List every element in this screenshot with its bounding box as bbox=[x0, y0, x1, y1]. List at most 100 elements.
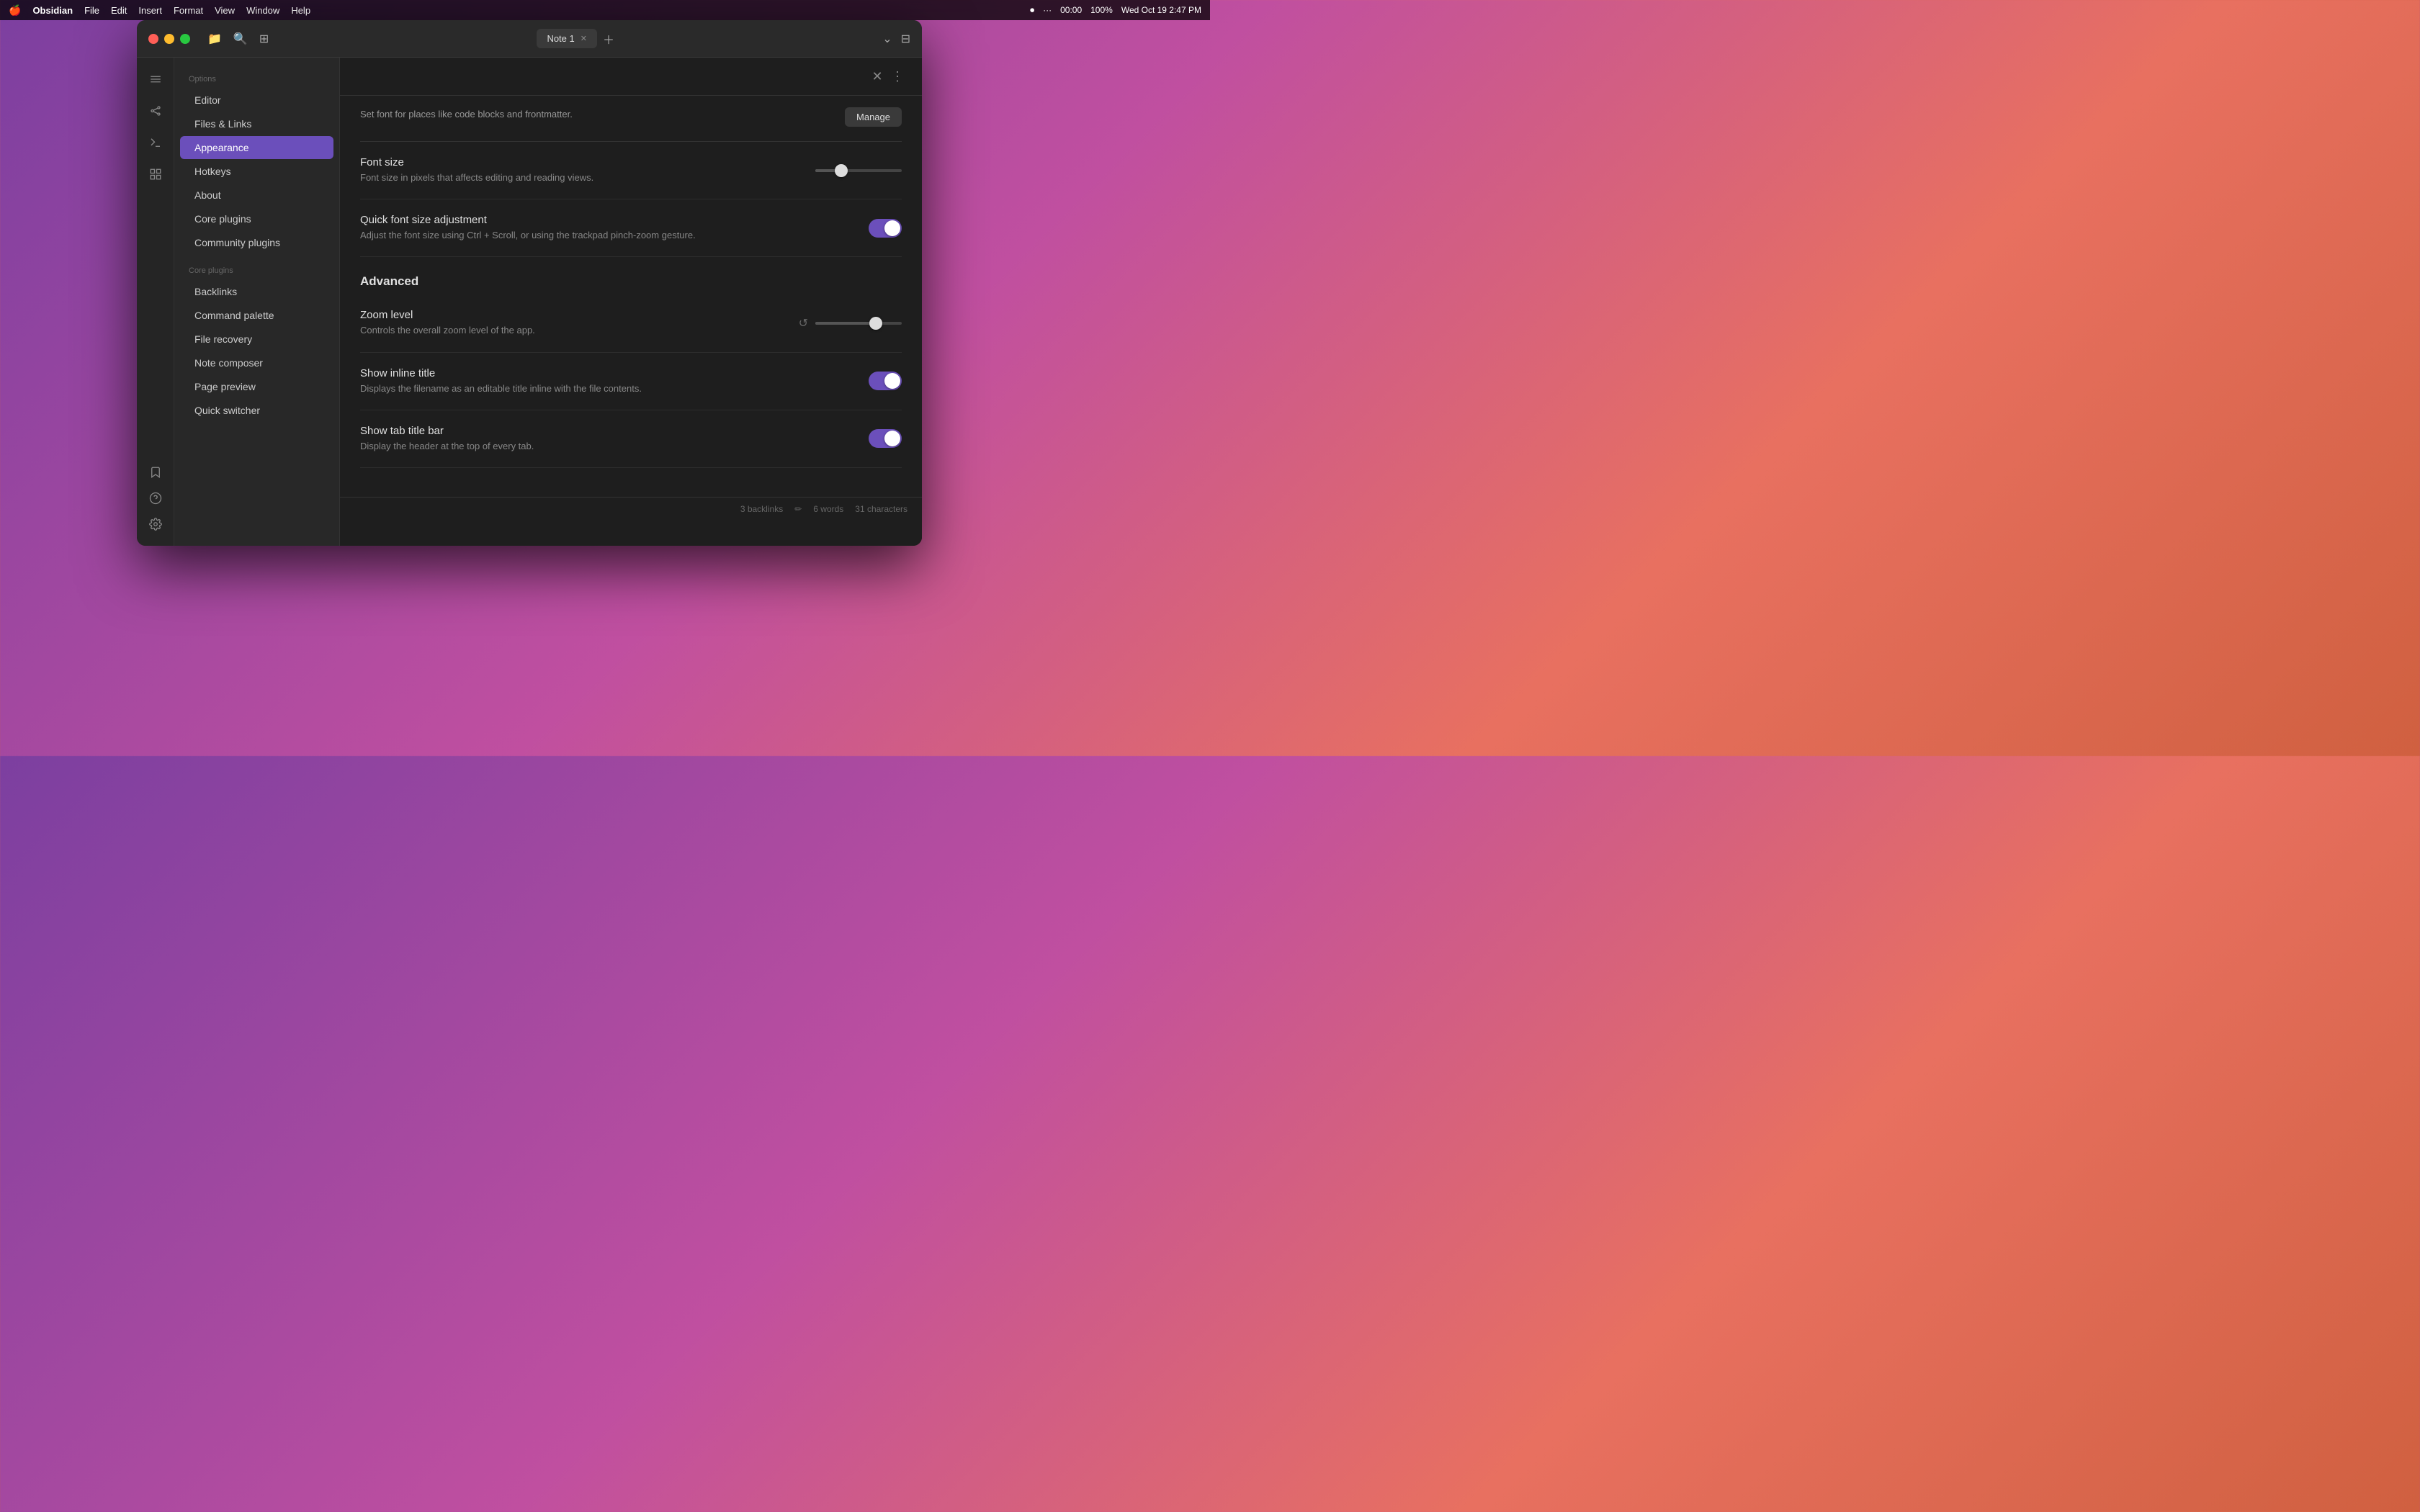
window-body: Options Editor Files & Links Appearance … bbox=[137, 58, 922, 546]
titlebar: 📁 🔍 ⊞ Note 1 ✕ ＋ ⌄ ⊟ bbox=[137, 20, 922, 58]
word-count: 6 words bbox=[813, 504, 843, 514]
zoom-level-slider-track[interactable] bbox=[815, 322, 902, 325]
zoom-level-slider-container[interactable]: ↺ bbox=[799, 316, 902, 330]
sidebar-item-editor[interactable]: Editor bbox=[180, 89, 333, 112]
show-inline-title-title: Show inline title bbox=[360, 367, 840, 379]
show-inline-title-knob bbox=[884, 373, 900, 389]
show-tab-title-bar-toggle[interactable] bbox=[869, 429, 902, 448]
tab-close-icon[interactable]: ✕ bbox=[581, 34, 587, 43]
menu-window[interactable]: Window bbox=[246, 5, 279, 16]
apple-icon[interactable]: 🍎 bbox=[9, 4, 21, 17]
sidebar-item-note-composer[interactable]: Note composer bbox=[180, 351, 333, 374]
quick-font-size-info: Quick font size adjustment Adjust the fo… bbox=[360, 214, 869, 242]
font-size-slider-container[interactable] bbox=[815, 169, 902, 172]
quick-font-size-row: Quick font size adjustment Adjust the fo… bbox=[360, 199, 902, 257]
sidebar-toggle-icon[interactable]: ⊟ bbox=[901, 32, 910, 46]
top-description: Set font for places like code blocks and… bbox=[360, 96, 902, 142]
menubar-right: ⏺ ··· 00:00 100% Wed Oct 19 2:47 PM bbox=[1030, 5, 1201, 16]
sidebar-item-settings[interactable] bbox=[143, 511, 169, 537]
font-size-slider-track[interactable] bbox=[815, 169, 902, 172]
icon-sidebar-bottom bbox=[143, 459, 169, 537]
panel-header: ✕ ⋮ bbox=[340, 58, 922, 96]
minimize-button[interactable] bbox=[164, 34, 174, 44]
quick-font-title: Quick font size adjustment bbox=[360, 214, 840, 226]
tab-title: Note 1 bbox=[547, 33, 574, 44]
titlebar-right: ⌄ ⊟ bbox=[882, 32, 910, 46]
sidebar-item-files[interactable] bbox=[143, 66, 169, 92]
show-tab-title-bar-desc: Display the header at the top of every t… bbox=[360, 440, 840, 453]
quick-font-toggle-knob bbox=[884, 220, 900, 236]
app-name[interactable]: Obsidian bbox=[32, 5, 73, 16]
core-plugins-label: Core plugins bbox=[174, 255, 339, 279]
advanced-heading: Advanced bbox=[360, 257, 902, 294]
sidebar-item-appearance[interactable]: Appearance bbox=[180, 136, 333, 159]
menu-help[interactable]: Help bbox=[291, 5, 310, 16]
sidebar-item-core-plugins[interactable]: Core plugins bbox=[180, 207, 333, 230]
zoom-reset-icon[interactable]: ↺ bbox=[799, 316, 808, 330]
layout-icon[interactable]: ⊞ bbox=[259, 32, 269, 46]
chevron-down-icon[interactable]: ⌄ bbox=[882, 32, 892, 46]
icon-sidebar bbox=[137, 58, 174, 546]
menu-edit[interactable]: Edit bbox=[111, 5, 127, 16]
titlebar-icons: 📁 🔍 ⊞ bbox=[207, 32, 269, 46]
settings-content: Set font for places like code blocks and… bbox=[340, 96, 922, 497]
sidebar-item-files-links[interactable]: Files & Links bbox=[180, 112, 333, 135]
panel-close-button[interactable]: ✕ bbox=[867, 66, 887, 86]
sidebar-item-page-preview[interactable]: Page preview bbox=[180, 375, 333, 398]
zoom-level-row: Zoom level Controls the overall zoom lev… bbox=[360, 294, 902, 352]
zoom-level-info: Zoom level Controls the overall zoom lev… bbox=[360, 309, 799, 337]
sidebar-item-community-plugins[interactable]: Community plugins bbox=[180, 231, 333, 254]
show-inline-title-toggle[interactable] bbox=[869, 372, 902, 390]
show-tab-title-bar-title: Show tab title bar bbox=[360, 425, 840, 437]
zoom-level-title: Zoom level bbox=[360, 309, 770, 321]
datetime-display: Wed Oct 19 2:47 PM bbox=[1121, 5, 1201, 15]
sidebar-item-command-palette[interactable]: Command palette bbox=[180, 304, 333, 327]
sidebar-item-backlinks[interactable]: Backlinks bbox=[180, 280, 333, 303]
font-size-info: Font size Font size in pixels that affec… bbox=[360, 156, 815, 184]
sidebar-item-graph[interactable] bbox=[143, 98, 169, 124]
font-size-row: Font size Font size in pixels that affec… bbox=[360, 142, 902, 199]
sidebar-item-terminal[interactable] bbox=[143, 130, 169, 156]
main-window: 📁 🔍 ⊞ Note 1 ✕ ＋ ⌄ ⊟ bbox=[137, 20, 922, 546]
font-size-desc: Font size in pixels that affects editing… bbox=[360, 171, 786, 184]
menu-file[interactable]: File bbox=[84, 5, 99, 16]
sidebar-item-about[interactable]: About bbox=[180, 184, 333, 207]
titlebar-center: Note 1 ✕ ＋ bbox=[277, 29, 874, 48]
quick-font-toggle[interactable] bbox=[869, 219, 902, 238]
sidebar-item-quick-switcher[interactable]: Quick switcher bbox=[180, 399, 333, 422]
menu-format[interactable]: Format bbox=[174, 5, 203, 16]
menubar: 🍎 Obsidian File Edit Insert Format View … bbox=[0, 0, 1210, 20]
font-size-slider-thumb[interactable] bbox=[835, 164, 848, 177]
sidebar-item-bookmark[interactable] bbox=[143, 459, 169, 485]
show-tab-title-bar-info: Show tab title bar Display the header at… bbox=[360, 425, 869, 453]
options-label: Options bbox=[174, 69, 339, 88]
sidebar-item-hotkeys[interactable]: Hotkeys bbox=[180, 160, 333, 183]
panel-more-button[interactable]: ⋮ bbox=[887, 66, 908, 86]
close-button[interactable] bbox=[148, 34, 158, 44]
menu-insert[interactable]: Insert bbox=[138, 5, 162, 16]
character-count: 31 characters bbox=[855, 504, 908, 514]
show-tab-title-bar-knob bbox=[884, 431, 900, 446]
main-content: ✕ ⋮ Set font for places like code blocks… bbox=[340, 58, 922, 546]
menu-view[interactable]: View bbox=[215, 5, 235, 16]
zoom-level-slider-thumb[interactable] bbox=[869, 317, 882, 330]
zoom-level-desc: Controls the overall zoom level of the a… bbox=[360, 324, 770, 337]
sidebar-item-file-recovery[interactable]: File recovery bbox=[180, 328, 333, 351]
settings-sidebar: Options Editor Files & Links Appearance … bbox=[174, 58, 340, 546]
add-tab-icon[interactable]: ＋ bbox=[603, 30, 614, 48]
edit-icon: ✏ bbox=[794, 504, 802, 514]
backlinks-count[interactable]: 3 backlinks bbox=[740, 504, 783, 514]
battery-display: 100% bbox=[1090, 5, 1113, 15]
fullscreen-button[interactable] bbox=[180, 34, 190, 44]
zoom-level-slider-fill bbox=[815, 322, 876, 325]
sidebar-item-binary[interactable] bbox=[143, 161, 169, 187]
tab-note1[interactable]: Note 1 ✕ bbox=[537, 29, 597, 48]
top-desc-text: Set font for places like code blocks and… bbox=[360, 107, 573, 122]
quick-font-desc: Adjust the font size using Ctrl + Scroll… bbox=[360, 229, 840, 242]
manage-button[interactable]: Manage bbox=[845, 107, 902, 127]
statusbar: 3 backlinks ✏ 6 words 31 characters bbox=[340, 497, 922, 521]
folder-icon[interactable]: 📁 bbox=[207, 32, 222, 46]
search-icon[interactable]: 🔍 bbox=[233, 32, 248, 46]
record-icon: ⏺ bbox=[1030, 5, 1034, 16]
sidebar-item-help[interactable] bbox=[143, 485, 169, 511]
